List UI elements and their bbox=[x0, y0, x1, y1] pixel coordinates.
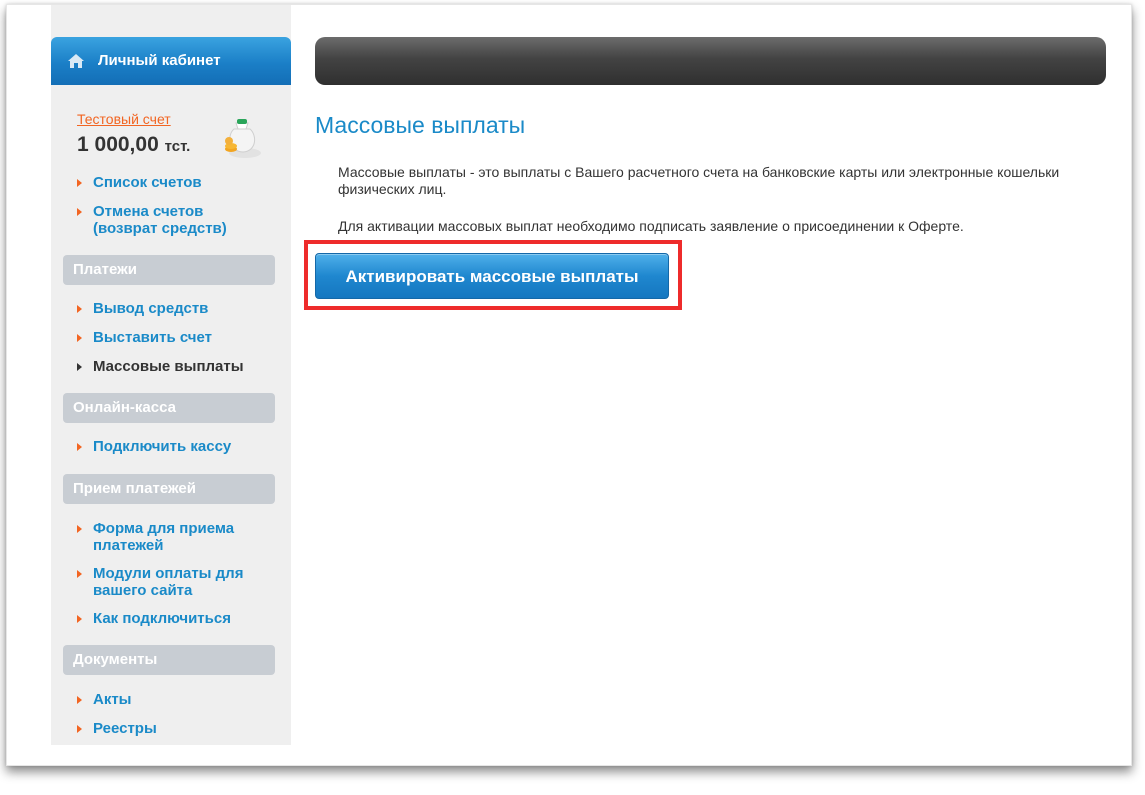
sidebar-item-label: Подключить кассу bbox=[93, 438, 232, 455]
sidebar-item-label: Отмена счетов (возврат средств) bbox=[93, 203, 227, 237]
sidebar-item-connect-cashbox[interactable]: Подключить кассу bbox=[77, 438, 267, 455]
sidebar-item-label: Реестры bbox=[93, 720, 157, 737]
arrow-bullet-icon bbox=[77, 725, 82, 733]
sidebar-item-how-to-connect[interactable]: Как подключиться bbox=[77, 610, 267, 627]
sidebar-item-payment-modules[interactable]: Модули оплаты для вашего сайта bbox=[77, 565, 257, 599]
sidebar-item-label: Список счетов bbox=[93, 174, 202, 191]
sidebar-item-label: Вывод средств bbox=[93, 300, 209, 317]
balance-amount: 1 000,00 bbox=[77, 133, 159, 156]
section-header-documents: Документы bbox=[63, 645, 275, 675]
arrow-bullet-icon bbox=[77, 615, 82, 623]
arrow-bullet-icon bbox=[77, 363, 82, 371]
sidebar-item-label: Форма для приема платежей bbox=[93, 520, 235, 554]
section-title: Онлайн-касса bbox=[73, 399, 176, 416]
test-account-link[interactable]: Тестовый счет bbox=[77, 111, 171, 127]
section-header-payments: Платежи bbox=[63, 255, 275, 285]
cabinet-title: Личный кабинет bbox=[98, 52, 221, 69]
section-header-accept-payments: Прием платежей bbox=[63, 474, 275, 504]
section-title: Документы bbox=[73, 651, 158, 668]
top-bar bbox=[315, 37, 1106, 85]
page-title: Массовые выплаты bbox=[315, 112, 526, 138]
sidebar-item-label: Акты bbox=[93, 691, 132, 708]
money-bag-icon bbox=[225, 119, 261, 158]
sidebar-item-payment-form[interactable]: Форма для приема платежей bbox=[77, 520, 247, 554]
arrow-bullet-icon bbox=[77, 525, 82, 533]
sidebar-item-invoice[interactable]: Выставить счет bbox=[77, 329, 267, 346]
balance: 1 000,00 тст. bbox=[77, 133, 190, 157]
sidebar-item-label: Модули оплаты для вашего сайта bbox=[93, 565, 244, 599]
arrow-bullet-icon bbox=[77, 443, 82, 451]
arrow-bullet-icon bbox=[77, 334, 82, 342]
sidebar-item-label: Как подключиться bbox=[93, 610, 231, 627]
cabinet-header[interactable]: Личный кабинет bbox=[51, 37, 291, 85]
section-title: Прием платежей bbox=[73, 480, 196, 497]
sidebar-item-label: Выставить счет bbox=[93, 329, 213, 346]
page: Личный кабинет Тестовый счет 1 000,00 тс… bbox=[7, 5, 1131, 765]
description-text: Массовые выплаты - это выплаты с Вашего … bbox=[338, 164, 1060, 197]
sidebar: Личный кабинет Тестовый счет 1 000,00 тс… bbox=[51, 5, 291, 745]
sidebar-item-withdraw[interactable]: Вывод средств bbox=[77, 300, 267, 317]
arrow-bullet-icon bbox=[77, 179, 82, 187]
arrow-bullet-icon bbox=[77, 305, 82, 313]
sidebar-item-mass-payouts[interactable]: Массовые выплаты bbox=[77, 358, 267, 375]
sidebar-item-label: Массовые выплаты bbox=[93, 358, 244, 375]
sidebar-item-accounts-list[interactable]: Список счетов bbox=[77, 174, 267, 191]
activation-note: Для активации массовых выплат необходимо… bbox=[338, 218, 964, 234]
balance-currency: тст. bbox=[164, 138, 191, 155]
arrow-bullet-icon bbox=[77, 696, 82, 704]
arrow-bullet-icon bbox=[77, 208, 82, 216]
screenshot-frame: Личный кабинет Тестовый счет 1 000,00 тс… bbox=[6, 4, 1132, 766]
home-icon bbox=[68, 54, 84, 68]
sidebar-item-acts[interactable]: Акты bbox=[77, 691, 267, 708]
section-header-online-cashbox: Онлайн-касса bbox=[63, 393, 275, 423]
arrow-bullet-icon bbox=[77, 570, 82, 578]
sidebar-item-registries[interactable]: Реестры bbox=[77, 720, 267, 737]
activate-mass-payouts-button[interactable]: Активировать массовые выплаты bbox=[315, 253, 669, 299]
sidebar-item-cancel-accounts[interactable]: Отмена счетов (возврат средств) bbox=[77, 203, 257, 237]
section-title: Платежи bbox=[73, 261, 137, 278]
